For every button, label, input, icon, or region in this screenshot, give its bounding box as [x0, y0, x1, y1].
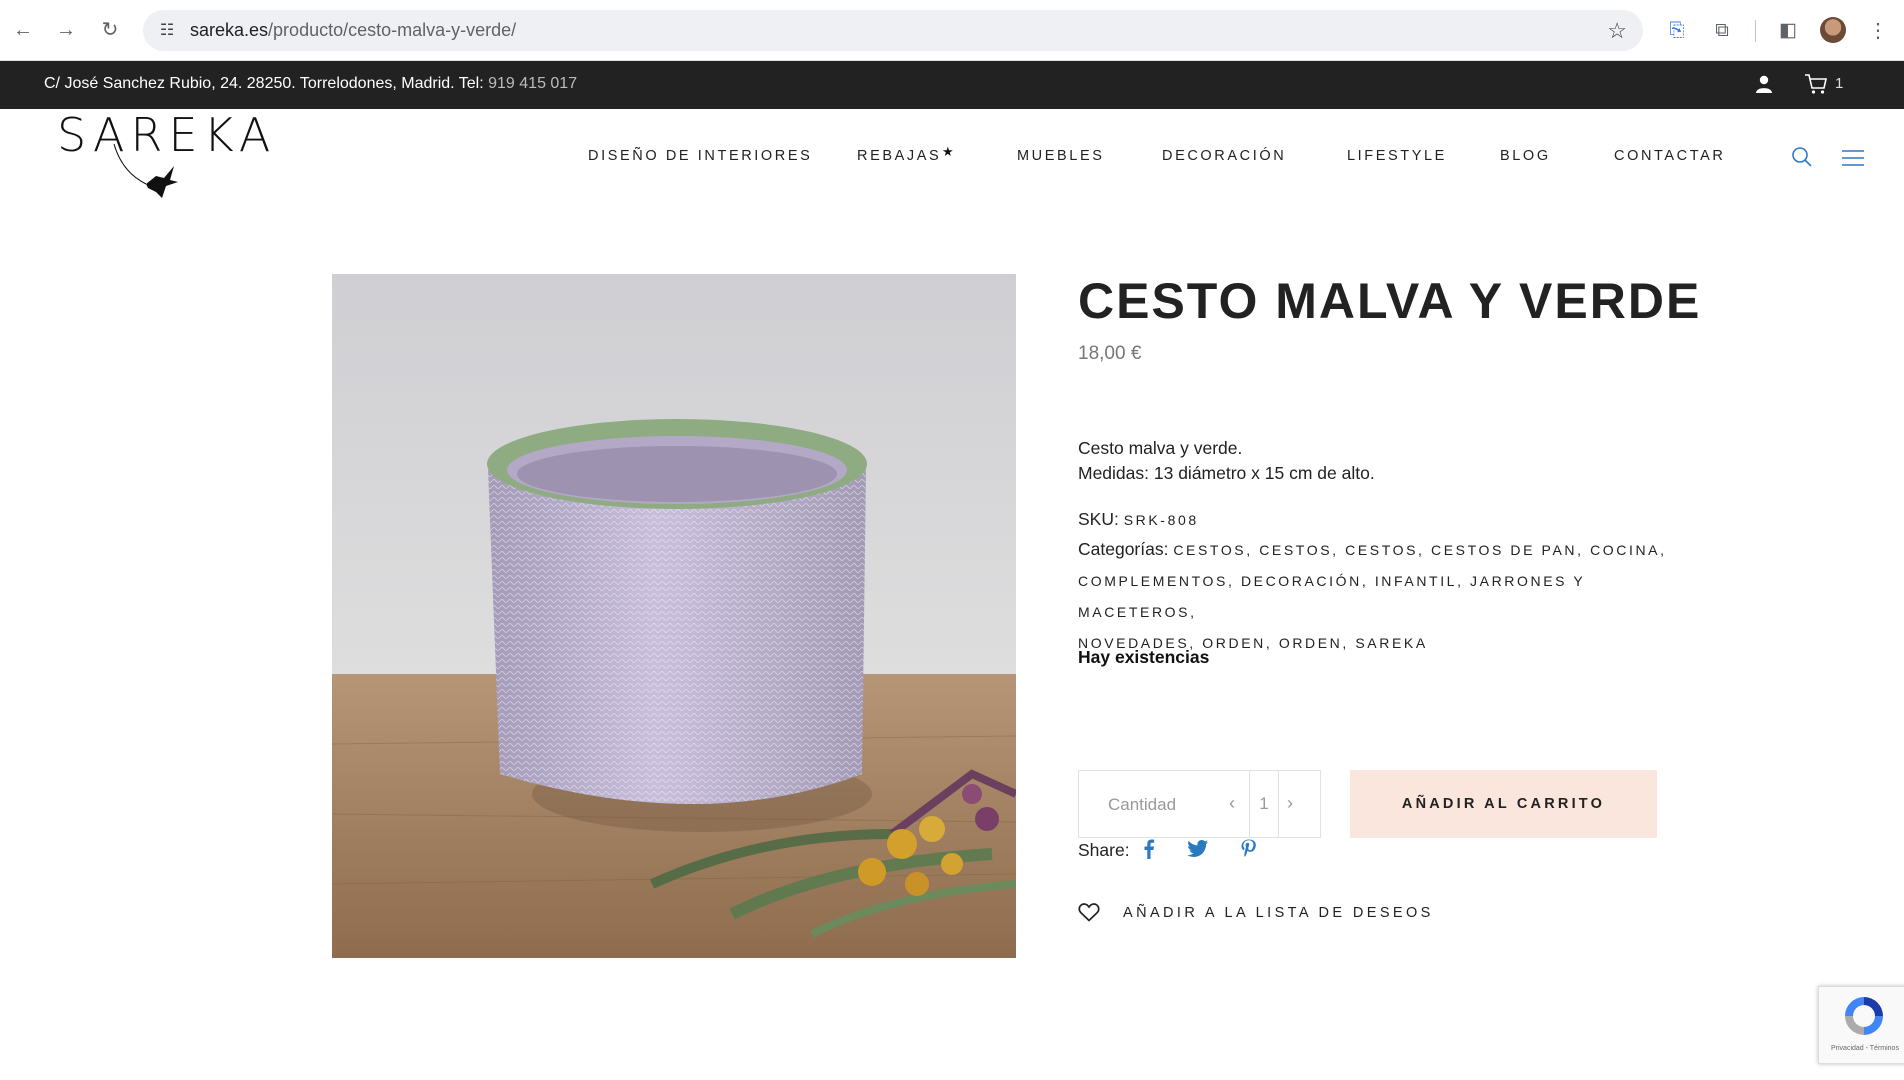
sku-value: SRK-808: [1123, 512, 1199, 528]
recaptcha-badge[interactable]: Privacidad - Términos: [1818, 986, 1904, 1064]
product-categories: Categorías: CESTOS, CESTOS, CESTOS, CEST…: [1078, 534, 1698, 658]
phone-link[interactable]: 919 415 017: [488, 75, 577, 92]
wishlist-label: AÑADIR A LA LISTA DE DESEOS: [1123, 905, 1434, 921]
product-description: Cesto malva y verde. Medidas: 13 diámetr…: [1078, 436, 1375, 486]
cart-icon[interactable]: [1804, 73, 1828, 95]
extensions-puzzle-icon[interactable]: ⧉: [1709, 18, 1735, 44]
side-panel-icon[interactable]: ◧: [1775, 18, 1801, 44]
nav-decoracion[interactable]: DECORACIÓN: [1162, 148, 1286, 164]
heart-icon[interactable]: [1078, 902, 1100, 922]
pinterest-icon[interactable]: [1238, 838, 1260, 860]
back-icon[interactable]: ←: [10, 17, 36, 43]
stock-status: Hay existencias: [1078, 647, 1210, 667]
hummingbird-logo-icon: [113, 143, 178, 198]
twitter-icon[interactable]: [1187, 838, 1209, 860]
translate-extension-icon[interactable]: ⎘: [1664, 18, 1690, 44]
categories-links[interactable]: COMPLEMENTOS, DECORACIÓN, INFANTIL, JARR…: [1078, 573, 1585, 620]
user-account-icon[interactable]: [1754, 74, 1774, 94]
product-price: 18,00 €: [1078, 343, 1142, 364]
quantity-label: Cantidad: [1108, 795, 1177, 814]
product-sku: SKU: SRK-808: [1078, 504, 1698, 535]
url-host: sareka.es: [190, 20, 269, 40]
rebajas-star-icon: ★: [942, 144, 954, 159]
quantity-stepper[interactable]: Cantidad ‹ 1 ›: [1078, 770, 1321, 838]
bookmark-star-icon[interactable]: ☆: [1607, 18, 1627, 44]
nav-blog[interactable]: BLOG: [1500, 148, 1551, 164]
url-path: /producto/cesto-malva-y-verde/: [268, 20, 517, 40]
cart-count[interactable]: 1: [1835, 75, 1843, 92]
site-settings-icon[interactable]: ☷: [155, 19, 179, 43]
product-title: CESTO MALVA Y VERDE: [1078, 273, 1702, 329]
hamburger-menu-icon[interactable]: [1842, 150, 1864, 166]
store-address: C/ José Sanchez Rubio, 24. 28250. Torrel…: [44, 75, 577, 93]
nav-rebajas[interactable]: REBAJAS: [857, 148, 941, 164]
quantity-input[interactable]: 1: [1249, 771, 1279, 837]
nav-muebles[interactable]: MUEBLES: [1017, 148, 1105, 164]
address-bar[interactable]: ☷ sareka.es/producto/cesto-malva-y-verde…: [143, 10, 1643, 51]
description-line: Medidas: 13 diámetro x 15 cm de alto.: [1078, 463, 1375, 483]
browser-toolbar: ← → ↻ ☷ sareka.es/producto/cesto-malva-y…: [0, 0, 1904, 61]
product-image[interactable]: [332, 274, 1016, 958]
url-text[interactable]: sareka.es/producto/cesto-malva-y-verde/: [190, 20, 516, 41]
sku-label: SKU:: [1078, 509, 1124, 529]
share-label: Share:: [1078, 840, 1130, 860]
recaptcha-terms[interactable]: Privacidad - Términos: [1831, 1045, 1899, 1052]
nav-lifestyle[interactable]: LIFESTYLE: [1347, 148, 1447, 164]
address-text: C/ José Sanchez Rubio, 24. 28250. Torrel…: [44, 75, 489, 92]
nav-contactar[interactable]: CONTACTAR: [1614, 148, 1725, 164]
reload-icon[interactable]: ↻: [97, 17, 123, 43]
profile-avatar[interactable]: [1820, 17, 1846, 43]
description-line: Cesto malva y verde.: [1078, 438, 1243, 458]
toolbar-divider: [1755, 20, 1756, 42]
add-to-cart-button[interactable]: AÑADIR AL CARRITO: [1350, 770, 1657, 838]
search-icon[interactable]: [1791, 146, 1813, 168]
facebook-icon[interactable]: [1138, 838, 1160, 860]
browser-menu-icon[interactable]: ⋮: [1865, 18, 1891, 44]
categories-links[interactable]: CESTOS, CESTOS, CESTOS, CESTOS DE PAN, C…: [1173, 542, 1666, 558]
quantity-decrease-button[interactable]: ‹: [1229, 793, 1235, 814]
nav-diseno-de-interiores[interactable]: DISEÑO DE INTERIORES: [588, 148, 812, 164]
site-logo[interactable]: SAREKA: [57, 112, 270, 204]
forward-icon[interactable]: →: [53, 17, 79, 43]
top-info-bar: C/ José Sanchez Rubio, 24. 28250. Torrel…: [0, 61, 1904, 109]
quantity-increase-button[interactable]: ›: [1287, 793, 1293, 814]
recaptcha-logo-icon: [1845, 997, 1883, 1035]
categories-label: Categorías:: [1078, 539, 1174, 559]
